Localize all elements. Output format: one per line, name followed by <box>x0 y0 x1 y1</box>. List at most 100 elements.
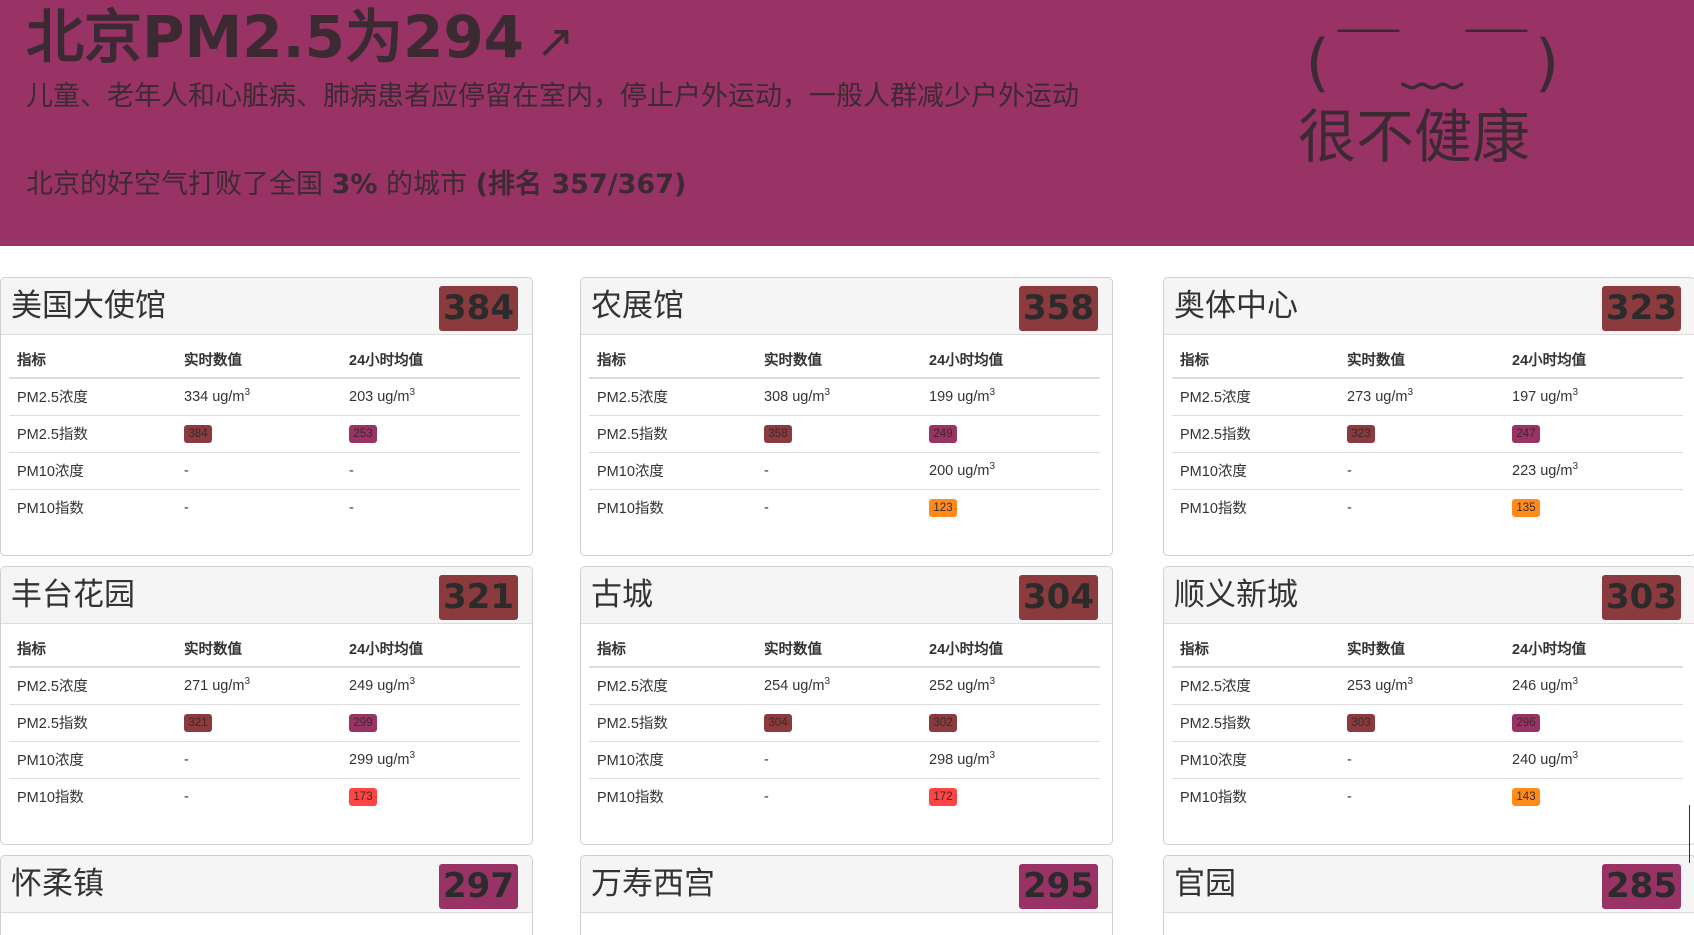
index-badge: 247 <box>1512 424 1540 443</box>
row-label: PM2.5浓度 <box>589 378 756 416</box>
station-card-header: 美国大使馆 384 <box>1 278 532 335</box>
index-badge: 173 <box>349 787 377 806</box>
avg24-cell: 203 ug/m3 <box>341 378 520 416</box>
avg24-cell: 302 <box>921 704 1100 742</box>
table-row: PM2.5指数 323 247 <box>1172 415 1683 453</box>
table-row: PM2.5浓度 254 ug/m3 252 ug/m3 <box>589 667 1100 705</box>
table-row: PM10指数 - 143 <box>1172 778 1683 815</box>
table-row: PM2.5指数 304 302 <box>589 704 1100 742</box>
avg24-cell: 252 ug/m3 <box>921 667 1100 705</box>
value-number: 299 <box>349 751 374 768</box>
realtime-cell: 304 <box>756 704 921 742</box>
table-header-row: 指标 实时数值 24小时均值 <box>1172 631 1683 668</box>
metrics-table: 指标 实时数值 24小时均值 PM2.5浓度 334 ug/m3 203 ug/m3 PM2… <box>9 342 520 526</box>
unit-superscript: 3 <box>409 675 416 687</box>
avg24-cell: 143 <box>1504 778 1683 815</box>
table-header-row: 指标 实时数值 24小时均值 <box>589 631 1100 668</box>
scrollbar[interactable] <box>1689 805 1690 863</box>
unit-text: ug/m <box>1375 677 1408 694</box>
realtime-cell: - <box>176 778 341 815</box>
index-badge: 323 <box>1347 424 1375 443</box>
index-badge: 172 <box>929 787 957 806</box>
value-number: - <box>764 462 769 479</box>
emoticon-face: (￣﹏￣) <box>1298 26 1569 99</box>
station-card: 美国大使馆 384 指标 实时数值 24小时均值 PM2.5浓度 334 ug/m3 203 … <box>0 277 533 556</box>
unit-text: ug/m <box>1375 388 1408 405</box>
table-row: PM10浓度 - 298 ug/m3 <box>589 741 1100 779</box>
rank-percent: 3% <box>331 169 378 200</box>
station-aqi-badge: 295 <box>1019 864 1098 909</box>
avg24-cell: 200 ug/m3 <box>921 452 1100 490</box>
row-label: PM2.5指数 <box>9 415 176 453</box>
table-row: PM10浓度 - 200 ug/m3 <box>589 452 1100 490</box>
value-number: 223 <box>1512 462 1537 479</box>
realtime-cell: 384 <box>176 415 341 453</box>
index-badge: 384 <box>184 424 212 443</box>
value-number: 254 <box>764 677 789 694</box>
table-row: PM2.5指数 321 299 <box>9 704 520 742</box>
metrics-table: 指标 实时数值 24小时均值 PM2.5浓度 308 ug/m3 199 ug/m3 PM2… <box>589 342 1100 526</box>
row-label: PM10浓度 <box>9 741 176 779</box>
col-realtime-header: 实时数值 <box>176 342 341 379</box>
unit-superscript: 3 <box>409 386 416 398</box>
realtime-cell: - <box>756 778 921 815</box>
trend-arrow-icon: ↗ <box>536 14 575 68</box>
index-badge: 302 <box>929 713 957 732</box>
index-badge: 253 <box>349 424 377 443</box>
value-number: - <box>764 751 769 768</box>
row-label: PM10指数 <box>597 790 664 807</box>
avg24-cell: 199 ug/m3 <box>921 378 1100 416</box>
table-row: PM2.5指数 384 253 <box>9 415 520 453</box>
value-number: - <box>184 462 189 479</box>
row-label: PM2.5浓度 <box>9 667 176 705</box>
station-card-header: 顺义新城 303 <box>1164 567 1694 624</box>
realtime-cell: 308 ug/m3 <box>756 378 921 416</box>
row-label: PM10指数 <box>17 790 84 807</box>
title-text: 北京PM2.5为294 <box>26 3 525 71</box>
station-aqi-badge: 323 <box>1602 286 1681 331</box>
realtime-cell: - <box>1339 452 1504 490</box>
row-label: PM10指数 <box>17 501 84 518</box>
value-number: - <box>1347 499 1352 516</box>
station-card: 奥体中心 323 指标 实时数值 24小时均值 PM2.5浓度 273 ug/m3 197 u… <box>1163 277 1694 556</box>
index-badge: 303 <box>1347 713 1375 732</box>
station-name: 农展馆 <box>591 288 684 324</box>
metrics-table: 指标 实时数值 24小时均值 PM2.5浓度 273 ug/m3 197 ug/m3 PM2… <box>1172 342 1683 526</box>
unit-text: ug/m <box>957 388 990 405</box>
station-card-header: 万寿西宫 295 <box>581 856 1112 913</box>
unit-superscript: 3 <box>824 386 831 398</box>
station-card: 怀柔镇 297 <box>0 855 533 935</box>
unit-text: ug/m <box>1540 677 1573 694</box>
table-row: PM2.5浓度 273 ug/m3 197 ug/m3 <box>1172 378 1683 416</box>
unit-superscript: 3 <box>989 460 996 472</box>
realtime-cell: 323 <box>1339 415 1504 453</box>
unit-text: ug/m <box>212 677 245 694</box>
table-header-row: 指标 实时数值 24小时均值 <box>589 342 1100 379</box>
value-number: 298 <box>929 751 954 768</box>
value-number: - <box>349 462 354 479</box>
value-number: - <box>1347 751 1352 768</box>
unit-text: ug/m <box>212 388 245 405</box>
unit-text: ug/m <box>957 677 990 694</box>
value-number: - <box>184 788 189 805</box>
index-badge: 299 <box>349 713 377 732</box>
value-number: 308 <box>764 388 789 405</box>
row-label: PM2.5指数 <box>589 704 756 742</box>
station-card-header: 丰台花园 321 <box>1 567 532 624</box>
avg24-cell: 249 ug/m3 <box>341 667 520 705</box>
health-advice: 儿童、老年人和心脏病、肺病患者应停留在室内，停止户外运动，一般人群减少户外运动 <box>26 81 1079 112</box>
unit-text: ug/m <box>957 751 990 768</box>
avg24-cell: - <box>341 489 520 526</box>
realtime-cell: 253 ug/m3 <box>1339 667 1504 705</box>
table-row: PM2.5浓度 334 ug/m3 203 ug/m3 <box>9 378 520 416</box>
row-label: PM10浓度 <box>9 452 176 490</box>
avg24-cell: 123 <box>921 489 1100 526</box>
col-metric-header: 指标 <box>1172 631 1339 668</box>
table-row: PM10浓度 - - <box>9 452 520 490</box>
value-number: 200 <box>929 462 954 479</box>
index-badge: 304 <box>764 713 792 732</box>
row-label: PM10指数 <box>1180 790 1247 807</box>
value-number: 271 <box>184 677 209 694</box>
avg24-cell: 299 <box>341 704 520 742</box>
value-number: 203 <box>349 388 374 405</box>
